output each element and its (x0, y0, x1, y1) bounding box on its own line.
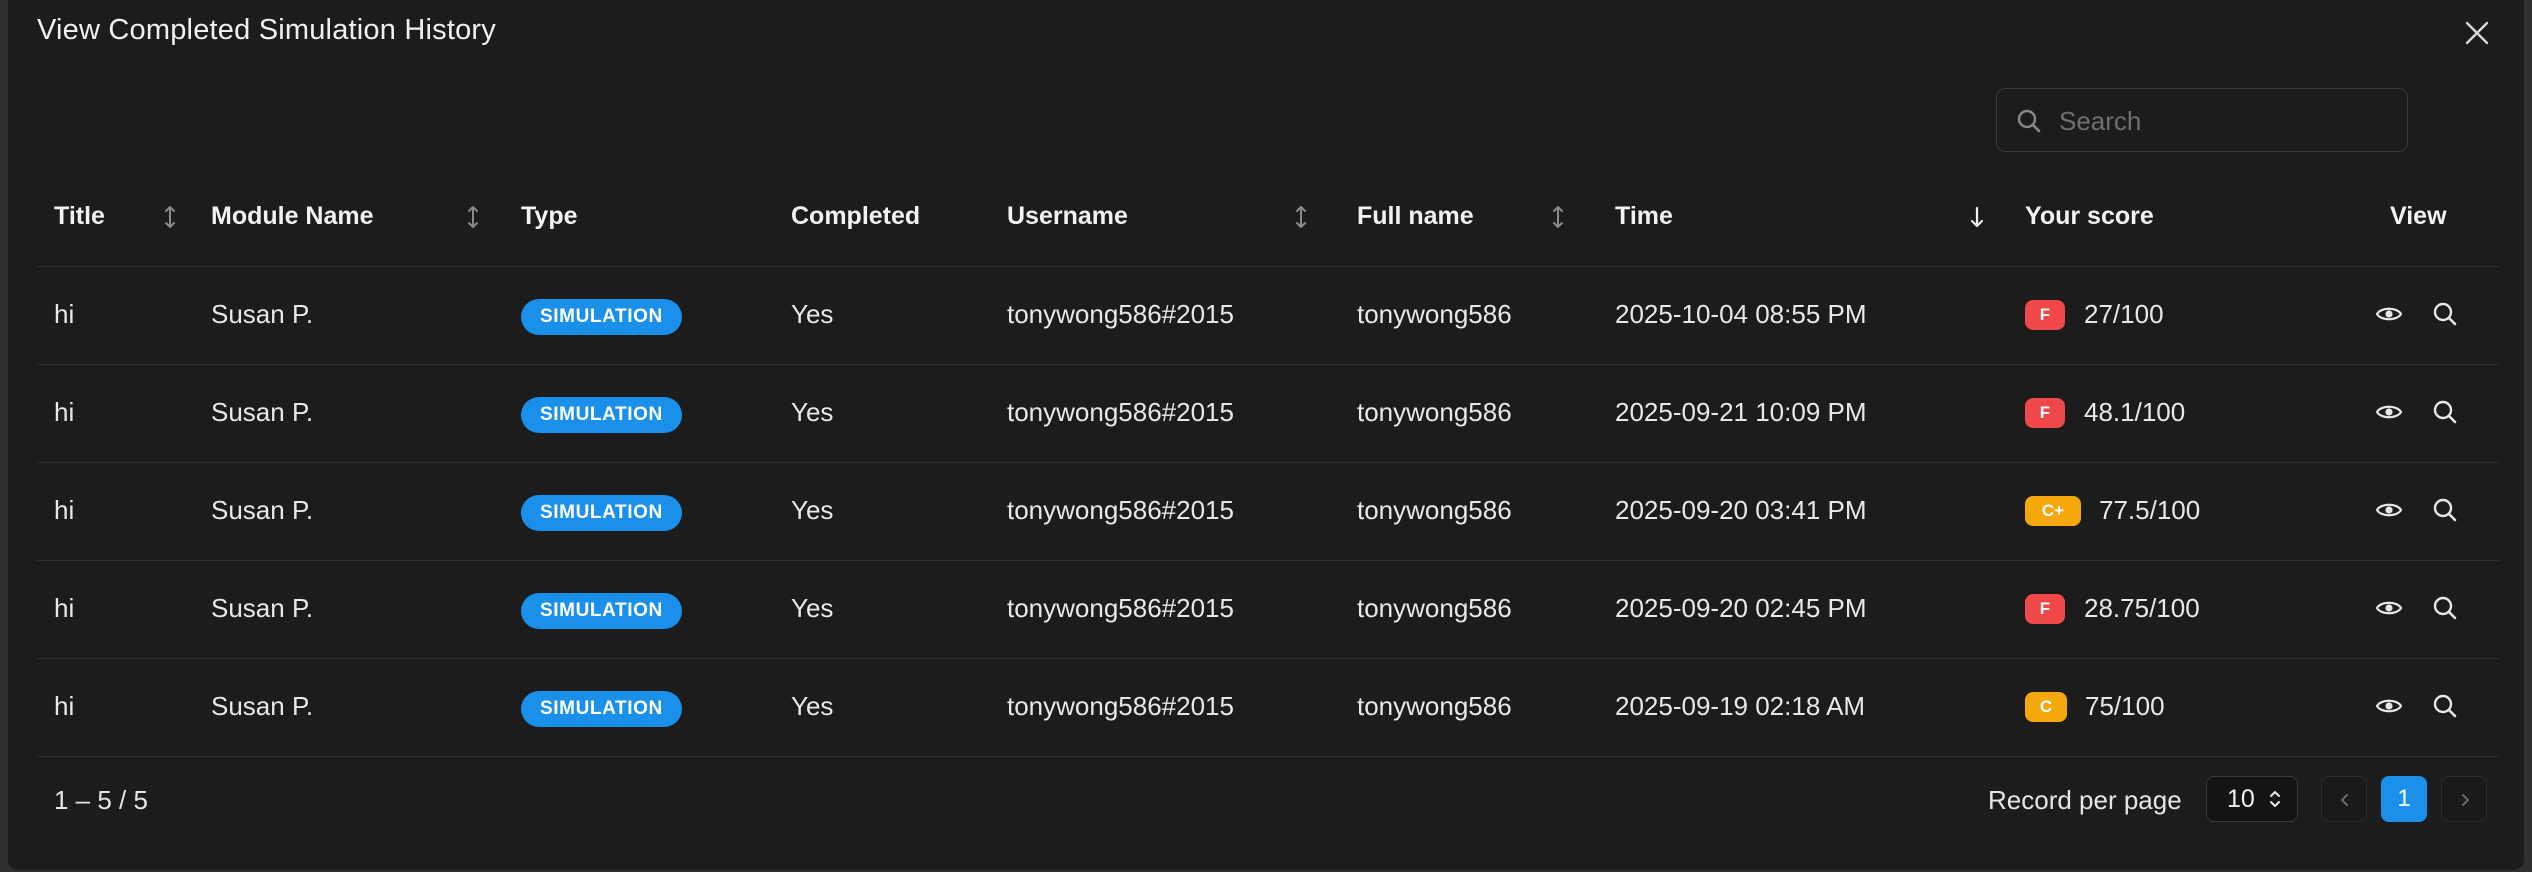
previous-page-button[interactable] (2321, 776, 2367, 822)
eye-icon[interactable] (2374, 593, 2404, 623)
grade-badge: C (2025, 692, 2067, 722)
arrow-down-icon[interactable] (1968, 202, 1986, 232)
eye-icon[interactable] (2374, 495, 2404, 525)
column-header-completed: Completed (791, 202, 921, 230)
type-badge: SIMULATION (521, 691, 682, 727)
score-value: 77.5/100 (2099, 495, 2201, 525)
sort-icon[interactable] (1549, 202, 1567, 232)
cell-full-name: tonywong586 (1357, 299, 1512, 329)
grade-badge: F (2025, 300, 2065, 330)
cell-time: 2025-09-19 02:18 AM (1615, 691, 1866, 721)
cell-username: tonywong586#2015 (1007, 397, 1234, 427)
cell-module-name: Susan P. (211, 495, 314, 525)
column-header-view: View (2390, 202, 2447, 230)
table-row: hi Susan P. SIMULATION Yes tonywong586#2… (37, 463, 2499, 561)
sort-icon[interactable] (1292, 202, 1310, 232)
cell-module-name: Susan P. (211, 593, 314, 623)
magnifier-icon[interactable] (2430, 397, 2460, 427)
cell-completed: Yes (791, 397, 834, 427)
history-table: Title Module Name Type Completed Usernam… (37, 168, 2499, 757)
table-header: Title Module Name Type Completed Usernam… (37, 168, 2499, 267)
magnifier-icon[interactable] (2430, 299, 2460, 329)
type-badge: SIMULATION (521, 299, 682, 335)
search-icon (2017, 109, 2041, 133)
cell-title: hi (54, 593, 75, 623)
cell-module-name: Susan P. (211, 299, 314, 329)
chevron-left-icon (2341, 794, 2348, 806)
cell-title: hi (54, 691, 75, 721)
cell-completed: Yes (791, 495, 834, 525)
column-header-your-score: Your score (2025, 202, 2154, 230)
grade-badge: F (2025, 594, 2065, 624)
chevron-right-icon (2462, 794, 2469, 806)
magnifier-icon[interactable] (2430, 691, 2460, 721)
column-header-module-name[interactable]: Module Name (211, 202, 374, 231)
magnifier-icon[interactable] (2430, 593, 2460, 623)
close-button[interactable] (2462, 18, 2492, 48)
score-value: 27/100 (2084, 299, 2164, 329)
next-page-button[interactable] (2441, 776, 2487, 822)
cell-username: tonywong586#2015 (1007, 593, 1234, 623)
page-button-current[interactable]: 1 (2381, 776, 2427, 822)
table-row: hi Susan P. SIMULATION Yes tonywong586#2… (37, 365, 2499, 463)
type-badge: SIMULATION (521, 593, 682, 629)
eye-icon[interactable] (2374, 691, 2404, 721)
column-header-full-name[interactable]: Full name (1357, 202, 1474, 231)
sort-icon[interactable] (464, 202, 482, 232)
cell-completed: Yes (791, 299, 834, 329)
cell-username: tonywong586#2015 (1007, 299, 1234, 329)
magnifier-icon[interactable] (2430, 495, 2460, 525)
cell-completed: Yes (791, 593, 834, 623)
table-row: hi Susan P. SIMULATION Yes tonywong586#2… (37, 561, 2499, 659)
cell-full-name: tonywong586 (1357, 495, 1512, 525)
records-per-page-label: Record per page (1988, 785, 2182, 815)
search-box (1996, 88, 2408, 152)
type-badge: SIMULATION (521, 495, 682, 531)
cell-full-name: tonywong586 (1357, 593, 1512, 623)
grade-badge: C+ (2025, 496, 2081, 526)
column-header-type: Type (521, 202, 578, 230)
cell-username: tonywong586#2015 (1007, 691, 1234, 721)
cell-time: 2025-09-20 03:41 PM (1615, 495, 1867, 525)
history-modal: View Completed Simulation History Title … (8, 0, 2524, 870)
cell-full-name: tonywong586 (1357, 691, 1512, 721)
pagination-range: 1 – 5 / 5 (54, 785, 148, 815)
eye-icon[interactable] (2374, 299, 2404, 329)
eye-icon[interactable] (2374, 397, 2404, 427)
sort-icon[interactable] (161, 202, 179, 232)
score-value: 48.1/100 (2084, 397, 2186, 427)
close-icon (2465, 21, 2489, 45)
grade-badge: F (2025, 398, 2065, 428)
cell-module-name: Susan P. (211, 397, 314, 427)
type-badge: SIMULATION (521, 397, 682, 433)
cell-title: hi (54, 299, 75, 329)
cell-title: hi (54, 495, 75, 525)
records-per-page-value: 10 (2227, 785, 2255, 813)
modal-title: View Completed Simulation History (37, 14, 496, 46)
cell-full-name: tonywong586 (1357, 397, 1512, 427)
column-header-time[interactable]: Time (1615, 202, 1673, 231)
cell-time: 2025-09-20 02:45 PM (1615, 593, 1867, 623)
cell-time: 2025-10-04 08:55 PM (1615, 299, 1867, 329)
column-header-username[interactable]: Username (1007, 202, 1128, 231)
score-value: 75/100 (2085, 691, 2165, 721)
cell-title: hi (54, 397, 75, 427)
cell-module-name: Susan P. (211, 691, 314, 721)
cell-completed: Yes (791, 691, 834, 721)
table-row: hi Susan P. SIMULATION Yes tonywong586#2… (37, 267, 2499, 365)
cell-username: tonywong586#2015 (1007, 495, 1234, 525)
records-per-page-select[interactable]: 10 (2206, 776, 2298, 822)
table-row: hi Susan P. SIMULATION Yes tonywong586#2… (37, 659, 2499, 757)
cell-time: 2025-09-21 10:09 PM (1615, 397, 1867, 427)
search-input[interactable] (2057, 99, 2391, 143)
score-value: 28.75/100 (2084, 593, 2200, 623)
column-header-title[interactable]: Title (54, 202, 105, 231)
chevron-updown-icon (2270, 791, 2280, 807)
